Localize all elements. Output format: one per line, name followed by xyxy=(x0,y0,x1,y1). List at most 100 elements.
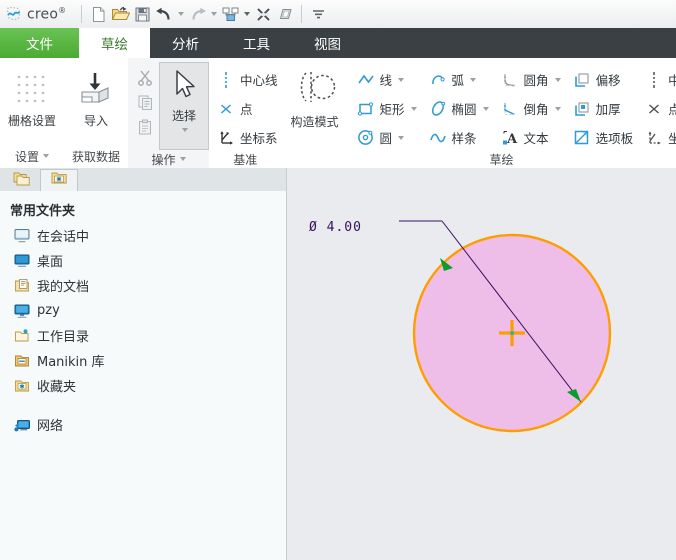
point-icon xyxy=(643,101,665,117)
datum-centerline-item[interactable]: 中心线 xyxy=(215,66,278,93)
chevron-down-icon-ops[interactable] xyxy=(179,157,186,161)
sidebar-item-pzy[interactable]: pzy xyxy=(0,298,286,323)
open-file-icon[interactable] xyxy=(109,3,131,25)
import-icon xyxy=(76,68,116,110)
sketch-col-datum: 中心线 点 xyxy=(637,62,676,151)
datum-point-item[interactable]: 点 xyxy=(215,95,278,122)
customize-qat-icon[interactable] xyxy=(307,3,329,25)
group-caption-datum: 基准 xyxy=(233,153,258,167)
tab-tools[interactable]: 工具 xyxy=(221,28,292,58)
construction-mode-label: 构造模式 xyxy=(290,115,339,129)
fillet-icon xyxy=(499,72,521,88)
close-window-icon[interactable] xyxy=(252,3,274,25)
select-label: 选择 xyxy=(171,109,196,123)
navigator-panel: 常用文件夹 在会话中 桌面 我的文档 pzy 工作目录 Manikin 库 收藏… xyxy=(0,168,287,560)
tab-sketch[interactable]: 草绘 xyxy=(79,28,150,58)
sidebar-label-in-session: 在会话中 xyxy=(37,230,90,245)
palette-icon xyxy=(571,129,593,146)
ribbon-group-settings: 栅格设置 设置 xyxy=(0,58,64,168)
sidebar-label-favorites: 收藏夹 xyxy=(37,380,77,395)
arc-dropdown-icon[interactable] xyxy=(470,77,477,82)
sketch-palette-item[interactable]: 选项板 xyxy=(571,124,633,151)
construction-mode-button[interactable]: 构造模式 xyxy=(282,62,348,130)
copy-icon[interactable] xyxy=(132,90,158,115)
graphics-canvas[interactable]: Ø 4.00 xyxy=(287,168,676,560)
redo-icon[interactable] xyxy=(186,3,208,25)
quick-access-toolbar: creo® xyxy=(0,0,676,29)
navigator-tab-strip xyxy=(0,168,286,191)
cut-icon[interactable] xyxy=(132,65,158,90)
sketch-arc-label: 弧 xyxy=(451,73,465,88)
creo-mark-icon xyxy=(6,6,22,22)
datum-column: 中心线 点 坐标系 xyxy=(209,62,282,151)
datum-point-label: 点 xyxy=(240,102,253,117)
sketch-point-item[interactable]: 点 xyxy=(643,95,676,122)
sketch-col-modify: 圆角 倒角 A 文本 xyxy=(493,62,565,151)
ribbon-tab-bar: 文件 草绘 分析 工具 视图 xyxy=(0,28,676,58)
point-icon xyxy=(215,101,237,117)
datum-csys-item[interactable]: 坐标系 xyxy=(215,124,278,151)
rectangle-dropdown-icon[interactable] xyxy=(410,106,417,111)
sidebar-item-in-session[interactable]: 在会话中 xyxy=(0,223,286,248)
creo-wordmark: creo® xyxy=(27,5,67,23)
folder-browser-tab[interactable] xyxy=(4,170,40,191)
sketch-line-item[interactable]: 线 xyxy=(355,66,417,93)
sidebar-item-network[interactable]: 网络 xyxy=(0,412,286,437)
regenerate-icon[interactable] xyxy=(219,3,241,25)
sketch-circle-item[interactable]: 圆 xyxy=(355,124,417,151)
sidebar-item-manikin-library[interactable]: Manikin 库 xyxy=(0,348,286,373)
my-documents-icon xyxy=(12,278,32,293)
undo-icon[interactable] xyxy=(153,3,175,25)
sketch-csys-item[interactable]: 坐标系 xyxy=(643,124,676,151)
sidebar-item-favorites[interactable]: 收藏夹 xyxy=(0,373,286,398)
tab-analysis[interactable]: 分析 xyxy=(150,28,221,58)
import-button[interactable]: 导入 xyxy=(64,62,128,129)
sketch-fillet-item[interactable]: 圆角 xyxy=(499,66,561,93)
sketch-point-label: 点 xyxy=(668,102,676,117)
select-button[interactable]: 选择 xyxy=(159,62,209,150)
sketch-thicken-item[interactable]: 加厚 xyxy=(571,95,634,122)
sidebar-item-working-directory[interactable]: 工作目录 xyxy=(0,323,286,348)
grid-settings-button[interactable]: 栅格设置 xyxy=(0,62,64,129)
sketch-col-basic: 线 矩形 圆 xyxy=(349,62,421,151)
redo-dropdown[interactable] xyxy=(208,3,219,25)
group-caption-operations: 操作 xyxy=(128,150,209,168)
tab-file[interactable]: 文件 xyxy=(0,28,79,58)
sketch-offset-item[interactable]: 偏移 xyxy=(571,66,634,93)
sidebar-label-network: 网络 xyxy=(37,419,64,434)
ellipse-dropdown-icon[interactable] xyxy=(482,106,489,111)
sidebar-item-my-documents[interactable]: 我的文档 xyxy=(0,273,286,298)
sketch-ellipse-item[interactable]: 椭圆 xyxy=(427,95,489,122)
chevron-down-icon[interactable] xyxy=(43,154,49,158)
ribbon-group-sketch: 构造模式 线 矩形 圆 弧 椭圆 样条 圆角 倒角 A 文本 偏移 加厚 选项板… xyxy=(282,58,676,168)
select-dropdown-icon[interactable] xyxy=(181,128,188,132)
import-label: 导入 xyxy=(83,114,108,128)
text-icon: A xyxy=(499,129,521,146)
sketch-csys-label: 坐标系 xyxy=(668,131,676,146)
favorites-tab[interactable] xyxy=(40,169,78,191)
regenerate-dropdown[interactable] xyxy=(241,3,252,25)
diameter-dimension-label[interactable]: Ø 4.00 xyxy=(309,220,362,235)
window-icon[interactable] xyxy=(274,3,296,25)
ribbon-group-operations: 选择 操作 xyxy=(128,58,209,168)
toolbar-divider xyxy=(81,5,83,23)
fillet-dropdown-icon[interactable] xyxy=(554,77,561,82)
sketch-centerline-item[interactable]: 中心线 xyxy=(643,66,676,93)
user-home-icon xyxy=(12,303,32,318)
sketch-rectangle-item[interactable]: 矩形 xyxy=(355,95,417,122)
line-dropdown-icon[interactable] xyxy=(398,77,405,82)
sketch-spline-item[interactable]: 样条 xyxy=(427,124,489,151)
tab-view[interactable]: 视图 xyxy=(292,28,363,58)
chamfer-dropdown-icon[interactable] xyxy=(554,106,561,111)
sketch-text-item[interactable]: A 文本 xyxy=(499,124,561,151)
sketch-arc-item[interactable]: 弧 xyxy=(427,66,489,93)
new-file-icon[interactable] xyxy=(87,3,109,25)
sidebar-item-desktop[interactable]: 桌面 xyxy=(0,248,286,273)
manikin-library-icon xyxy=(12,353,32,368)
circle-dropdown-icon[interactable] xyxy=(398,135,405,140)
sketch-chamfer-item[interactable]: 倒角 xyxy=(499,95,561,122)
save-icon[interactable] xyxy=(131,3,153,25)
paste-icon[interactable] xyxy=(132,115,158,140)
undo-dropdown[interactable] xyxy=(175,3,186,25)
